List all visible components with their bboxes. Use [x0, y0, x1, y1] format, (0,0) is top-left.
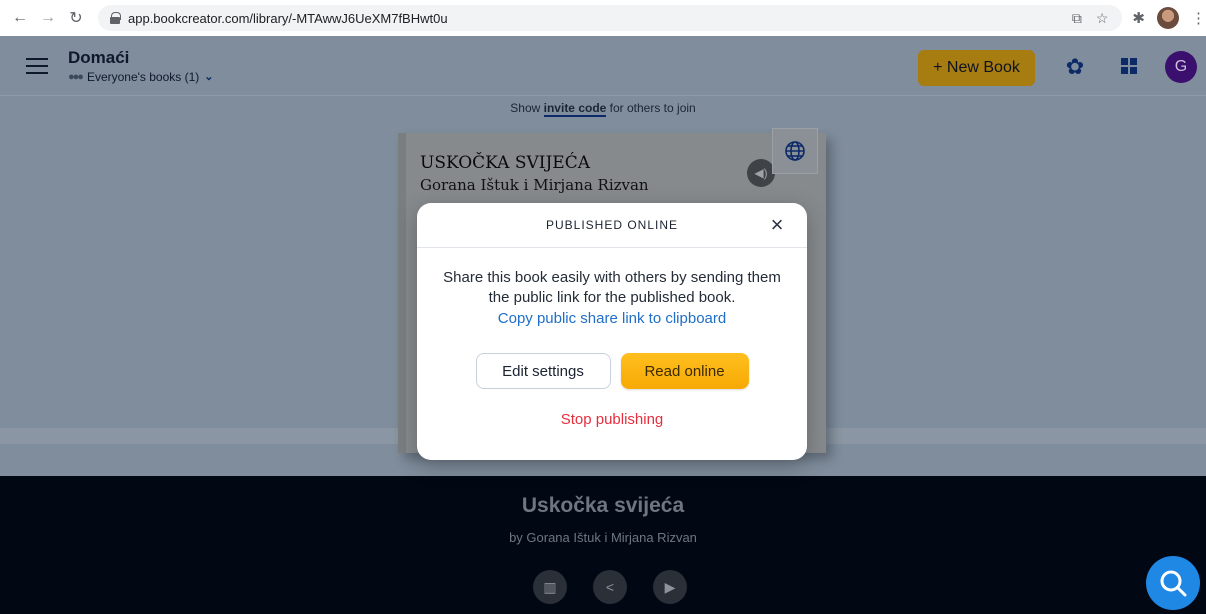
book-spine — [398, 133, 406, 453]
stop-publishing-button[interactable]: Stop publishing — [417, 411, 807, 428]
browser-actions: ✱ ⋮ — [1132, 7, 1206, 29]
dialog-actions: Edit settings Read online — [417, 353, 807, 389]
published-online-dialog: PUBLISHED ONLINE × Share this book easil… — [417, 203, 807, 460]
invite-suffix: for others to join — [606, 101, 696, 115]
book-title: USKOČKA SVIJEĆA — [420, 153, 590, 173]
close-icon[interactable]: × — [767, 214, 787, 236]
footer-byline: by Gorana Ištuk i Mirjana Rizvan — [509, 530, 697, 545]
library-icon[interactable]: ▥ — [533, 570, 567, 604]
lock-icon — [110, 12, 121, 24]
library-filter-label: Everyone's books (1) — [86, 69, 200, 84]
speaker-icon[interactable]: ◀) — [747, 159, 775, 187]
dialog-header: PUBLISHED ONLINE × — [417, 203, 807, 248]
extensions-icon[interactable]: ✱ — [1132, 9, 1145, 27]
back-icon[interactable]: ← — [8, 6, 32, 30]
footer-actions: ▥ < ▶ — [533, 570, 687, 604]
forward-icon[interactable]: → — [36, 6, 60, 30]
play-icon[interactable]: ▶ — [653, 570, 687, 604]
star-icon[interactable]: ☆ — [1096, 10, 1109, 27]
avatar[interactable]: G — [1165, 51, 1197, 83]
gear-icon[interactable]: ✿ — [1064, 56, 1086, 78]
invite-code-link[interactable]: invite code — [543, 101, 607, 117]
globe-icon[interactable] — [772, 128, 818, 174]
search-icon — [1160, 570, 1187, 597]
people-icon: ●●● — [68, 70, 84, 83]
footer-book-title: Uskočka svijeća — [521, 494, 685, 517]
dialog-title: PUBLISHED ONLINE — [545, 218, 679, 232]
address-bar[interactable]: app.bookcreator.com/library/-MTAwwJ6UeXM… — [98, 5, 1123, 31]
search-fab[interactable] — [1146, 556, 1200, 610]
library-switcher[interactable]: Domaći ●●● Everyone's books (1) ⌄ — [68, 48, 214, 84]
browser-toolbar: ← → ↻ app.bookcreator.com/library/-MTAww… — [0, 0, 1206, 36]
book-author: Gorana Ištuk i Mirjana Rizvan — [420, 176, 649, 194]
share-icon[interactable]: < — [593, 570, 627, 604]
app-header: Domaći ●●● Everyone's books (1) ⌄ + New … — [0, 36, 1206, 96]
invite-prefix: Show — [510, 101, 544, 115]
url-text: app.bookcreator.com/library/-MTAwwJ6UeXM… — [128, 10, 448, 26]
omnibox-actions: ⧉ ☆ — [1072, 10, 1123, 27]
profile-avatar[interactable] — [1157, 7, 1179, 29]
new-book-button[interactable]: + New Book — [918, 50, 1035, 86]
grid-view-icon[interactable] — [1121, 58, 1137, 74]
copy-share-link[interactable]: Copy public share link to clipboard — [417, 309, 807, 329]
read-online-button[interactable]: Read online — [620, 353, 749, 389]
hamburger-menu-icon[interactable] — [26, 57, 48, 74]
dialog-description: Share this book easily with others by se… — [443, 269, 781, 306]
kebab-menu-icon[interactable]: ⋮ — [1191, 9, 1206, 27]
chevron-down-icon: ⌄ — [204, 71, 214, 83]
browser-nav: ← → ↻ — [8, 6, 88, 30]
library-subtitle[interactable]: ●●● Everyone's books (1) ⌄ — [68, 70, 214, 84]
reload-icon[interactable]: ↻ — [64, 6, 88, 30]
invite-code-prompt: Show invite code for others to join — [0, 101, 1206, 117]
library-title: Domaći — [68, 47, 130, 67]
edit-settings-button[interactable]: Edit settings — [475, 353, 611, 389]
install-icon[interactable]: ⧉ — [1072, 10, 1082, 27]
dialog-body: Share this book easily with others by se… — [417, 248, 807, 428]
